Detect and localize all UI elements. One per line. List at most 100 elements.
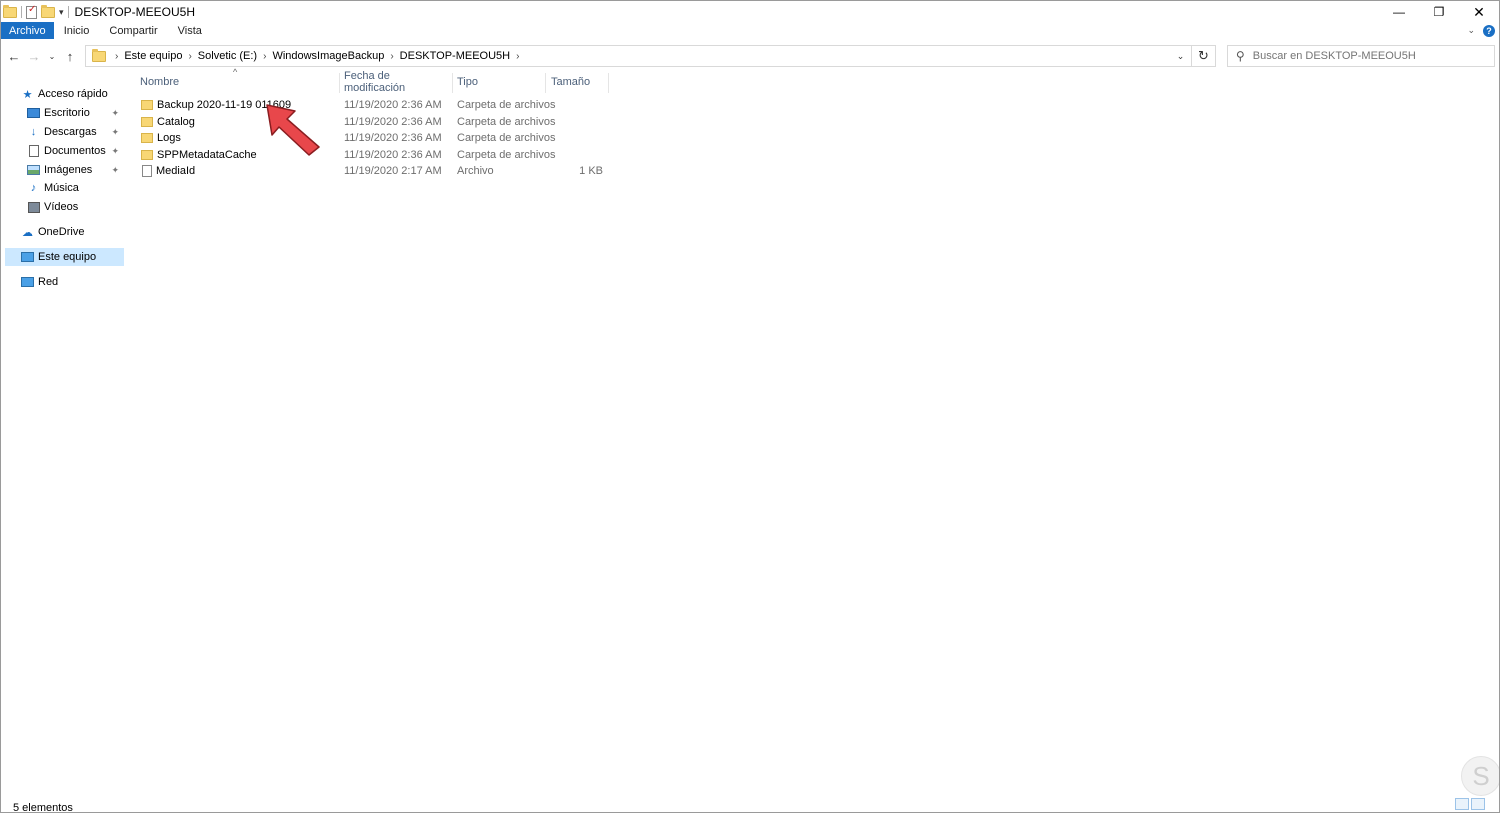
address-history-dropdown[interactable]: ⌄ (1169, 46, 1191, 66)
tab-vista[interactable]: Vista (168, 22, 212, 39)
tab-compartir[interactable]: Compartir (99, 22, 167, 39)
minimize-button[interactable]: — (1379, 1, 1419, 23)
sidebar-item-label: Documentos (44, 145, 106, 157)
status-bar: 5 elementos (1, 801, 1499, 813)
column-header-tamano[interactable]: Tamaño (551, 73, 611, 91)
star-icon: ★ (22, 88, 33, 101)
file-date: 11/19/2020 2:17 AM (344, 165, 442, 177)
file-name-cell: Logs (141, 130, 181, 146)
window-controls: — ❐ ✕ (1379, 1, 1499, 23)
navigation-pane: ★ Acceso rápido Escritorio ✦ ↓ Descargas… (1, 73, 129, 793)
cloud-icon: ☁ (22, 226, 33, 239)
column-divider[interactable] (339, 73, 340, 93)
file-row-catalog[interactable]: Catalog 11/19/2020 2:36 AM Carpeta de ar… (139, 114, 611, 130)
address-bar[interactable]: › Este equipo › Solvetic (E:) › WindowsI… (85, 45, 1216, 67)
column-divider[interactable] (545, 73, 546, 93)
sidebar-item-escritorio[interactable]: Escritorio ✦ (27, 104, 125, 122)
sidebar-item-label: Escritorio (44, 107, 90, 119)
network-icon (21, 276, 34, 289)
search-input[interactable] (1252, 50, 1473, 62)
sidebar-item-este-equipo[interactable]: Este equipo (5, 248, 124, 266)
breadcrumb-solvetic-drive[interactable]: Solvetic (E:) (195, 50, 260, 62)
folder-icon (141, 133, 153, 143)
watermark-logo: S (1461, 756, 1499, 796)
pin-icon[interactable]: ✦ (111, 146, 119, 157)
up-button[interactable]: ↑ (63, 46, 77, 66)
help-icon[interactable]: ? (1483, 24, 1495, 37)
file-icon (142, 165, 152, 177)
breadcrumb-separator[interactable]: › (112, 51, 121, 62)
back-button[interactable]: ← (7, 46, 21, 66)
sidebar-item-red[interactable]: Red (21, 273, 125, 291)
file-date: 11/19/2020 2:36 AM (344, 132, 442, 144)
desktop-icon (27, 107, 40, 120)
sidebar-item-label: Red (38, 276, 59, 288)
file-row-mediaid[interactable]: MediaId 11/19/2020 2:17 AM Archivo 1 KB (139, 163, 611, 179)
close-button[interactable]: ✕ (1459, 1, 1499, 23)
column-header-tipo[interactable]: Tipo (457, 73, 545, 91)
sidebar-item-videos[interactable]: Vídeos (27, 198, 125, 216)
file-size (559, 147, 603, 163)
breadcrumb-este-equipo[interactable]: Este equipo (121, 50, 185, 62)
file-type: Carpeta de archivos (457, 99, 556, 111)
window-title: DESKTOP-MEEOU5H (74, 5, 195, 19)
sidebar-item-documentos[interactable]: Documentos ✦ (27, 142, 125, 160)
breadcrumb-separator[interactable]: › (260, 51, 269, 62)
column-header-fecha[interactable]: Fecha de modificación (344, 70, 454, 94)
file-explorer-window: ▾ DESKTOP-MEEOU5H — ❐ ✕ Archivo Inicio C… (0, 0, 1500, 813)
sidebar-item-label: Vídeos (44, 201, 79, 213)
customize-toolbar-dropdown[interactable]: ▾ (59, 7, 64, 18)
file-name-cell: MediaId (141, 163, 195, 179)
restore-button[interactable]: ❐ (1419, 1, 1459, 23)
forward-button[interactable]: → (27, 46, 41, 66)
ribbon-right-controls: ⌄ ? (1467, 22, 1495, 39)
pictures-icon (27, 164, 40, 177)
breadcrumb-separator[interactable]: › (513, 51, 522, 62)
pin-icon[interactable]: ✦ (111, 165, 119, 176)
expand-ribbon-icon[interactable]: ⌄ (1467, 25, 1475, 36)
sidebar-item-label: Música (44, 182, 79, 194)
file-name: MediaId (156, 165, 196, 177)
pin-icon[interactable]: ✦ (111, 108, 119, 119)
tab-inicio[interactable]: Inicio (54, 22, 100, 39)
file-row-backup[interactable]: Backup 2020-11-19 011609 11/19/2020 2:36… (139, 97, 611, 113)
column-divider[interactable] (608, 73, 609, 93)
sidebar-item-onedrive[interactable]: ☁ OneDrive (21, 223, 125, 241)
title-bar: ▾ DESKTOP-MEEOU5H — ❐ ✕ (1, 1, 1499, 23)
large-icons-view-icon[interactable] (1471, 798, 1485, 810)
properties-icon[interactable] (26, 4, 37, 19)
refresh-button[interactable]: ↻ (1191, 46, 1215, 66)
breadcrumb-desktop-meeou5h[interactable]: DESKTOP-MEEOU5H (397, 50, 513, 62)
search-icon: ⚲ (1236, 49, 1245, 63)
new-folder-icon[interactable] (41, 4, 55, 18)
breadcrumb-separator[interactable]: › (387, 51, 396, 62)
sidebar-item-label: OneDrive (38, 226, 85, 238)
folder-icon (141, 117, 153, 127)
file-row-logs[interactable]: Logs 11/19/2020 2:36 AM Carpeta de archi… (139, 130, 611, 146)
folder-icon (3, 4, 17, 18)
column-divider[interactable] (452, 73, 453, 93)
view-toggle-group (1455, 798, 1485, 810)
tab-archivo[interactable]: Archivo (1, 22, 54, 39)
recent-locations-button[interactable]: ⌄ (47, 46, 57, 66)
details-view-icon[interactable] (1455, 798, 1469, 810)
sidebar-item-imagenes[interactable]: Imágenes ✦ (27, 161, 125, 179)
sidebar-item-descargas[interactable]: ↓ Descargas ✦ (27, 123, 125, 141)
sidebar-item-label: Imágenes (44, 164, 93, 176)
download-icon: ↓ (30, 126, 37, 138)
breadcrumb-windowsimagebackup[interactable]: WindowsImageBackup (269, 50, 387, 62)
sidebar-item-musica[interactable]: ♪ Música (27, 179, 125, 197)
file-date: 11/19/2020 2:36 AM (344, 116, 442, 128)
annotation-arrow-icon (266, 104, 320, 156)
file-size (559, 97, 603, 113)
breadcrumb-separator[interactable]: › (185, 51, 194, 62)
sidebar-item-acceso-rapido[interactable]: ★ Acceso rápido (21, 85, 125, 103)
pin-icon[interactable]: ✦ (111, 127, 119, 138)
file-row-sppmetadatacache[interactable]: SPPMetadataCache 11/19/2020 2:36 AM Carp… (139, 147, 611, 163)
column-header-nombre[interactable]: Nombre (140, 73, 340, 91)
folder-icon (92, 48, 106, 62)
file-name-cell: SPPMetadataCache (141, 147, 257, 163)
file-name: Logs (157, 132, 181, 144)
folder-icon (141, 150, 153, 160)
search-box[interactable]: ⚲ (1227, 45, 1495, 67)
